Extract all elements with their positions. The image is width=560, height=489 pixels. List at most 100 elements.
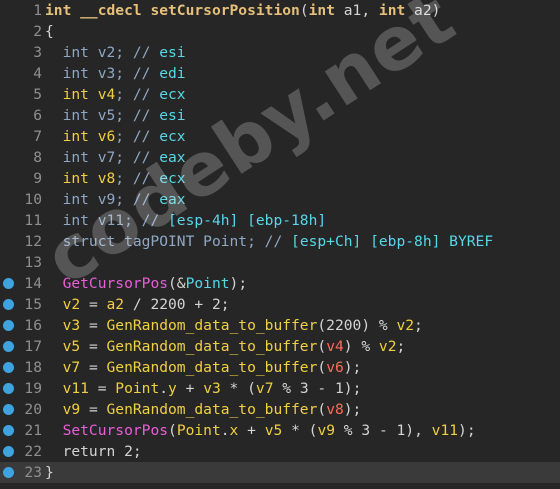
code-line[interactable]: 3 int v2; // esi	[0, 42, 560, 63]
code-token: ; //	[115, 107, 160, 124]
code-token: v5	[97, 107, 116, 124]
code-text: }	[45, 462, 54, 483]
code-line[interactable]: 1 int __cdecl setCursorPosition(int a1, i…	[0, 0, 560, 21]
code-line[interactable]: 15 v2 = a2 / 2200 + 2;	[0, 294, 560, 315]
code-line[interactable]: 16 v3 = GenRandom_data_to_buffer(2200) %…	[0, 315, 560, 336]
code-text: v7 = GenRandom_data_to_buffer(v6);	[45, 357, 362, 378]
code-line[interactable]: 21 SetCursorPos(Point.x + v5 * (v9 % 3 -…	[0, 420, 560, 441]
code-token: (	[299, 2, 309, 19]
code-text: v11 = Point.y + v3 * (v7 % 3 - 1);	[45, 378, 362, 399]
code-token: int	[378, 2, 406, 19]
code-line[interactable]: 9 int v8; // ecx	[0, 168, 560, 189]
code-token: eax	[159, 149, 186, 166]
line-number: 17	[24, 338, 42, 355]
code-token: v9	[97, 191, 116, 208]
code-token: .	[159, 380, 169, 397]
code-text: struct tagPOINT Point; // [esp+Ch] [ebp-…	[45, 231, 494, 252]
code-text: int v7; // eax	[45, 147, 186, 168]
code-token: ecx	[159, 86, 186, 103]
breakpoint-icon[interactable]	[3, 341, 14, 352]
code-token: v7	[97, 149, 116, 166]
code-token: v11	[62, 380, 89, 397]
code-text: v5 = GenRandom_data_to_buffer(v4) % v2;	[45, 336, 406, 357]
code-token: );	[229, 275, 248, 292]
code-line[interactable]: 18 v7 = GenRandom_data_to_buffer(v6);	[0, 357, 560, 378]
code-token: [esp+Ch] [ebp-8h] BYREF	[291, 233, 494, 250]
breakpoint-icon[interactable]	[3, 278, 14, 289]
code-line[interactable]: 11 int v11; // [esp-4h] [ebp-18h]	[0, 210, 560, 231]
code-text: int v5; // esi	[45, 105, 186, 126]
line-number: 21	[24, 422, 42, 439]
code-token: * (	[220, 380, 256, 397]
code-token: int	[45, 191, 98, 208]
line-number: 9	[33, 170, 42, 187]
breakpoint-icon[interactable]	[3, 404, 14, 415]
code-token: ; //	[115, 149, 160, 166]
code-line[interactable]: 19 v11 = Point.y + v3 * (v7 % 3 - 1);	[0, 378, 560, 399]
code-token: v11	[431, 422, 459, 439]
code-token: ; //	[247, 233, 292, 250]
code-token: +	[176, 380, 204, 397]
code-token: v3	[203, 380, 221, 397]
code-token: return 2;	[45, 443, 142, 460]
code-token: [esp-4h] [ebp-18h]	[168, 212, 327, 229]
code-text: {	[45, 21, 54, 42]
line-number: 2	[33, 23, 42, 40]
code-token: v6	[97, 128, 116, 145]
code-line[interactable]: 7 int v6; // ecx	[0, 126, 560, 147]
code-token: v5	[264, 422, 283, 439]
code-token: setCursorPosition	[150, 2, 300, 19]
code-token: edi	[159, 65, 186, 82]
breakpoint-icon[interactable]	[3, 467, 14, 478]
line-number: 15	[24, 296, 42, 313]
code-token: v3	[97, 65, 116, 82]
code-line[interactable]: 10 int v9; // eax	[0, 189, 560, 210]
breakpoint-icon[interactable]	[3, 299, 14, 310]
code-line[interactable]: 12 struct tagPOINT Point; // [esp+Ch] [e…	[0, 231, 560, 252]
code-line[interactable]: 23}	[0, 462, 560, 483]
line-number: 18	[24, 359, 42, 376]
breakpoint-icon[interactable]	[3, 425, 14, 436]
code-token: int	[45, 107, 98, 124]
code-token: int	[45, 212, 98, 229]
code-line[interactable]: 14 GetCursorPos(&Point);	[0, 273, 560, 294]
code-token: v5	[62, 338, 81, 355]
code-token: .	[220, 422, 230, 439]
code-token: (	[168, 422, 177, 439]
breakpoint-icon[interactable]	[3, 383, 14, 394]
code-token: v11	[97, 212, 125, 229]
line-number: 8	[33, 149, 42, 166]
code-line[interactable]: 2{	[0, 21, 560, 42]
line-number: 22	[24, 443, 42, 460]
code-line[interactable]: 22 return 2;	[0, 441, 560, 462]
code-line[interactable]: 8 int v7; // eax	[0, 147, 560, 168]
code-token: (2200) %	[317, 317, 397, 334]
code-line[interactable]: 17 v5 = GenRandom_data_to_buffer(v4) % v…	[0, 336, 560, 357]
code-token: v7	[255, 380, 274, 397]
breakpoint-icon[interactable]	[3, 320, 14, 331]
code-line[interactable]: 13	[0, 252, 560, 273]
line-number: 12	[24, 233, 42, 250]
code-token: int	[45, 44, 98, 61]
breakpoint-icon[interactable]	[3, 446, 14, 457]
code-text: int v9; // eax	[45, 189, 186, 210]
code-token: v8	[326, 401, 344, 418]
code-token: ;	[396, 338, 406, 355]
code-text: int v2; // esi	[45, 42, 186, 63]
code-token: ; //	[124, 212, 169, 229]
line-number: 11	[24, 212, 42, 229]
code-line[interactable]: 20 v9 = GenRandom_data_to_buffer(v8);	[0, 399, 560, 420]
code-line[interactable]: 5 int v4; // ecx	[0, 84, 560, 105]
code-token: GenRandom_data_to_buffer	[106, 338, 318, 355]
code-token: =	[80, 338, 107, 355]
code-token: (	[317, 359, 327, 376]
breakpoint-icon[interactable]	[3, 362, 14, 373]
code-line[interactable]: 4 int v3; // edi	[0, 63, 560, 84]
code-token: ; //	[115, 170, 160, 187]
code-text: int v8; // ecx	[45, 168, 186, 189]
code-line[interactable]: 6 int v5; // esi	[0, 105, 560, 126]
pseudocode-editor[interactable]: 1 int __cdecl setCursorPosition(int a1, i…	[0, 0, 560, 489]
code-token: (&	[168, 275, 186, 292]
